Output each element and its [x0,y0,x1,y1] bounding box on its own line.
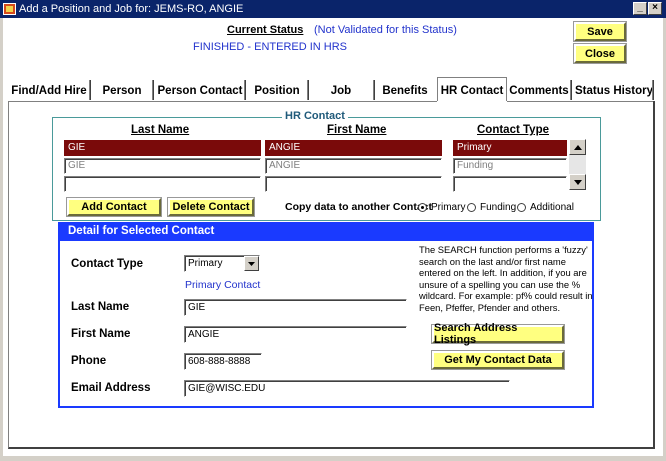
scroll-down-button[interactable] [569,174,586,190]
copy-primary-radio[interactable] [418,203,427,212]
tab-person[interactable]: Person [94,80,150,100]
tab-hr-contact[interactable]: HR Contact [438,80,506,100]
phone-label: Phone [71,355,107,367]
contact-row-type[interactable]: Primary [453,140,567,156]
first-name-field[interactable]: ANGIE [184,326,407,343]
contact-type-column-header: Contact Type [477,124,549,136]
search-address-button[interactable]: Search Address Listings [432,322,564,346]
copy-additional-radio[interactable] [517,203,526,212]
phone-field[interactable]: 608-888-8888 [184,353,262,370]
tab-job[interactable]: Job [310,80,372,100]
contact-row-first-name[interactable]: ANGIE [265,158,442,174]
select-dropdown-button[interactable] [244,256,259,271]
contact-row-last-name[interactable]: GIE [64,158,261,174]
window-border-bottom [0,456,666,461]
search-help-text: The SEARCH function performs a 'fuzzy' s… [419,244,593,313]
save-button[interactable]: Save [574,22,626,41]
tab-find-add-hire[interactable]: Find/Add Hire [10,80,88,100]
scroll-up-button[interactable] [569,139,586,155]
first-name-label: First Name [71,328,131,340]
email-field[interactable]: GIE@WISC.EDU [184,380,510,397]
contact-row-first-name[interactable] [265,176,442,192]
tab-divider [152,80,154,100]
minimize-button[interactable]: _ [633,2,647,15]
tab-benefits[interactable]: Benefits [376,80,434,100]
tab-position[interactable]: Position [248,80,306,100]
tab-divider [89,80,91,100]
validation-note: (Not Validated for this Status) [314,24,457,36]
delete-contact-button[interactable]: Delete Contact [168,198,254,216]
tab-comments[interactable]: Comments [508,80,570,100]
contact-row-type[interactable]: Funding [453,158,567,174]
window-close-button[interactable]: × [648,2,662,15]
tab-person-contact[interactable]: Person Contact [156,80,244,100]
arrow-up-icon [573,144,582,150]
first-name-column-header: First Name [327,124,387,136]
close-button[interactable]: Close [574,44,626,63]
last-name-label: Last Name [71,301,130,313]
add-contact-button[interactable]: Add Contact [67,198,161,216]
tab-divider [307,80,309,100]
copy-funding-radio[interactable] [467,203,476,212]
tab-divider [570,80,572,100]
tab-divider [652,80,654,100]
chevron-down-icon [248,261,255,266]
window-border-left [0,18,3,461]
contact-row-first-name[interactable]: ANGIE [265,140,442,156]
app-icon [3,3,16,15]
detail-header: Detail for Selected Contact [58,222,594,241]
last-name-column-header: Last Name [131,124,190,136]
contact-row-last-name[interactable] [64,176,261,192]
tab-divider [244,80,246,100]
hr-contact-legend: HR Contact [282,110,348,122]
tab-status-history[interactable]: Status History [574,80,654,100]
contact-type-description: Primary Contact [185,279,261,291]
copy-data-label: Copy data to another Contact [285,201,433,213]
contact-type-label: Contact Type [71,258,143,270]
last-name-field[interactable]: GIE [184,299,407,316]
get-contact-data-button[interactable]: Get My Contact Data [432,351,564,369]
title-bar: Add a Position and Job for: JEMS-RO, ANG… [0,0,666,18]
contact-row-type[interactable] [453,176,567,192]
window-title: Add a Position and Job for: JEMS-RO, ANG… [19,3,244,15]
copy-additional-label: Additional [530,202,574,213]
current-status-label: Current Status [227,24,304,36]
tab-divider [373,80,375,100]
copy-funding-label: Funding [480,202,517,213]
status-value: FINISHED - ENTERED IN HRS [193,41,348,53]
email-label: Email Address [71,382,151,394]
copy-primary-label: Primary [431,202,466,213]
contact-row-last-name[interactable]: GIE [64,140,261,156]
arrow-down-icon [573,179,582,185]
